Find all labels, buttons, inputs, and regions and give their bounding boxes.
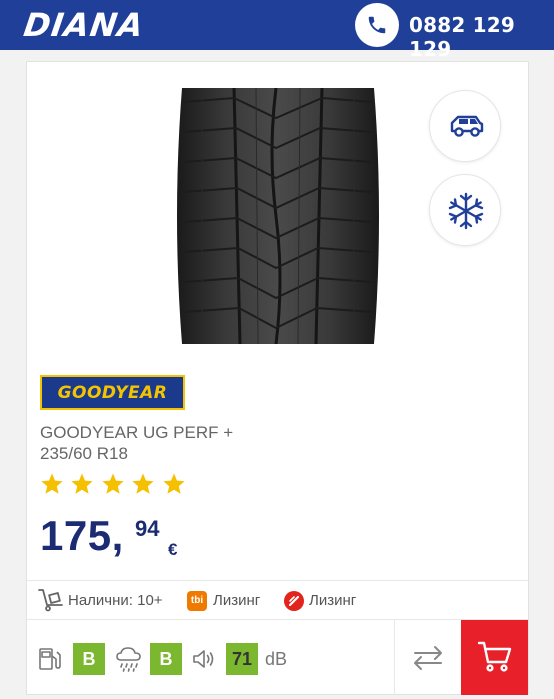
phone-button[interactable] (355, 3, 399, 47)
wet-grip-grade-badge: B (150, 643, 182, 675)
tire-tread-image[interactable] (172, 88, 384, 344)
fuel-efficiency-icon (39, 648, 61, 670)
star-icon (41, 473, 63, 494)
goodyear-brand-logo[interactable]: GOODYEAR (40, 375, 185, 410)
product-model: GOODYEAR UG PERF + (40, 423, 234, 442)
tbi-logo[interactable]: tbi (187, 591, 207, 611)
star-icon (71, 473, 94, 494)
shopping-cart-icon (477, 641, 512, 672)
phone-number-link[interactable]: 0882 129 129 (409, 13, 554, 61)
divider (27, 580, 528, 581)
vehicle-type-badge[interactable] (429, 90, 501, 162)
availability-text: Налични: 10+ (68, 592, 163, 609)
noise-value-badge: 71 (226, 643, 258, 675)
tbi-leasing-link[interactable]: Лизинг (213, 592, 260, 609)
price-whole: 175, (40, 512, 124, 559)
product-title[interactable]: GOODYEAR UG PERF + 235/60 R18 (40, 422, 300, 464)
star-icon (132, 473, 154, 494)
price-decimals: 94 (135, 516, 160, 541)
season-badge[interactable] (429, 174, 501, 246)
product-card: GOODYEAR GOODYEAR UG PERF + 235/60 R18 1… (26, 61, 529, 695)
price: 175, 94 € (40, 512, 177, 560)
product-size: 235/60 R18 (40, 444, 128, 463)
price-currency: € (168, 540, 178, 559)
diana-logo[interactable]: DIANA (21, 6, 146, 44)
fuel-grade-badge: B (73, 643, 105, 675)
phone-icon (368, 16, 386, 34)
brand-logo-text: GOODYEAR (57, 383, 168, 403)
availability-row: Налични: 10+ tbi Лизинг Лизинг (38, 587, 518, 613)
star-icon (163, 473, 185, 494)
snowflake-icon (448, 192, 484, 230)
unicredit-leasing-link[interactable]: Лизинг (309, 592, 356, 609)
compare-button[interactable] (394, 620, 461, 695)
star-icon (102, 473, 124, 494)
unicredit-logo-icon[interactable] (284, 591, 304, 611)
compare-arrows-icon (414, 646, 442, 670)
add-to-cart-button[interactable] (461, 620, 528, 695)
suv-icon (450, 115, 484, 137)
speaker-icon (193, 650, 214, 668)
site-header: DIANA 0882 129 129 (0, 0, 554, 61)
wet-grip-icon (116, 647, 141, 672)
rating-stars (40, 472, 188, 501)
eu-label-bar: B B 71 dB (27, 620, 528, 695)
noise-unit: dB (265, 649, 288, 669)
hand-truck-icon (38, 589, 63, 612)
